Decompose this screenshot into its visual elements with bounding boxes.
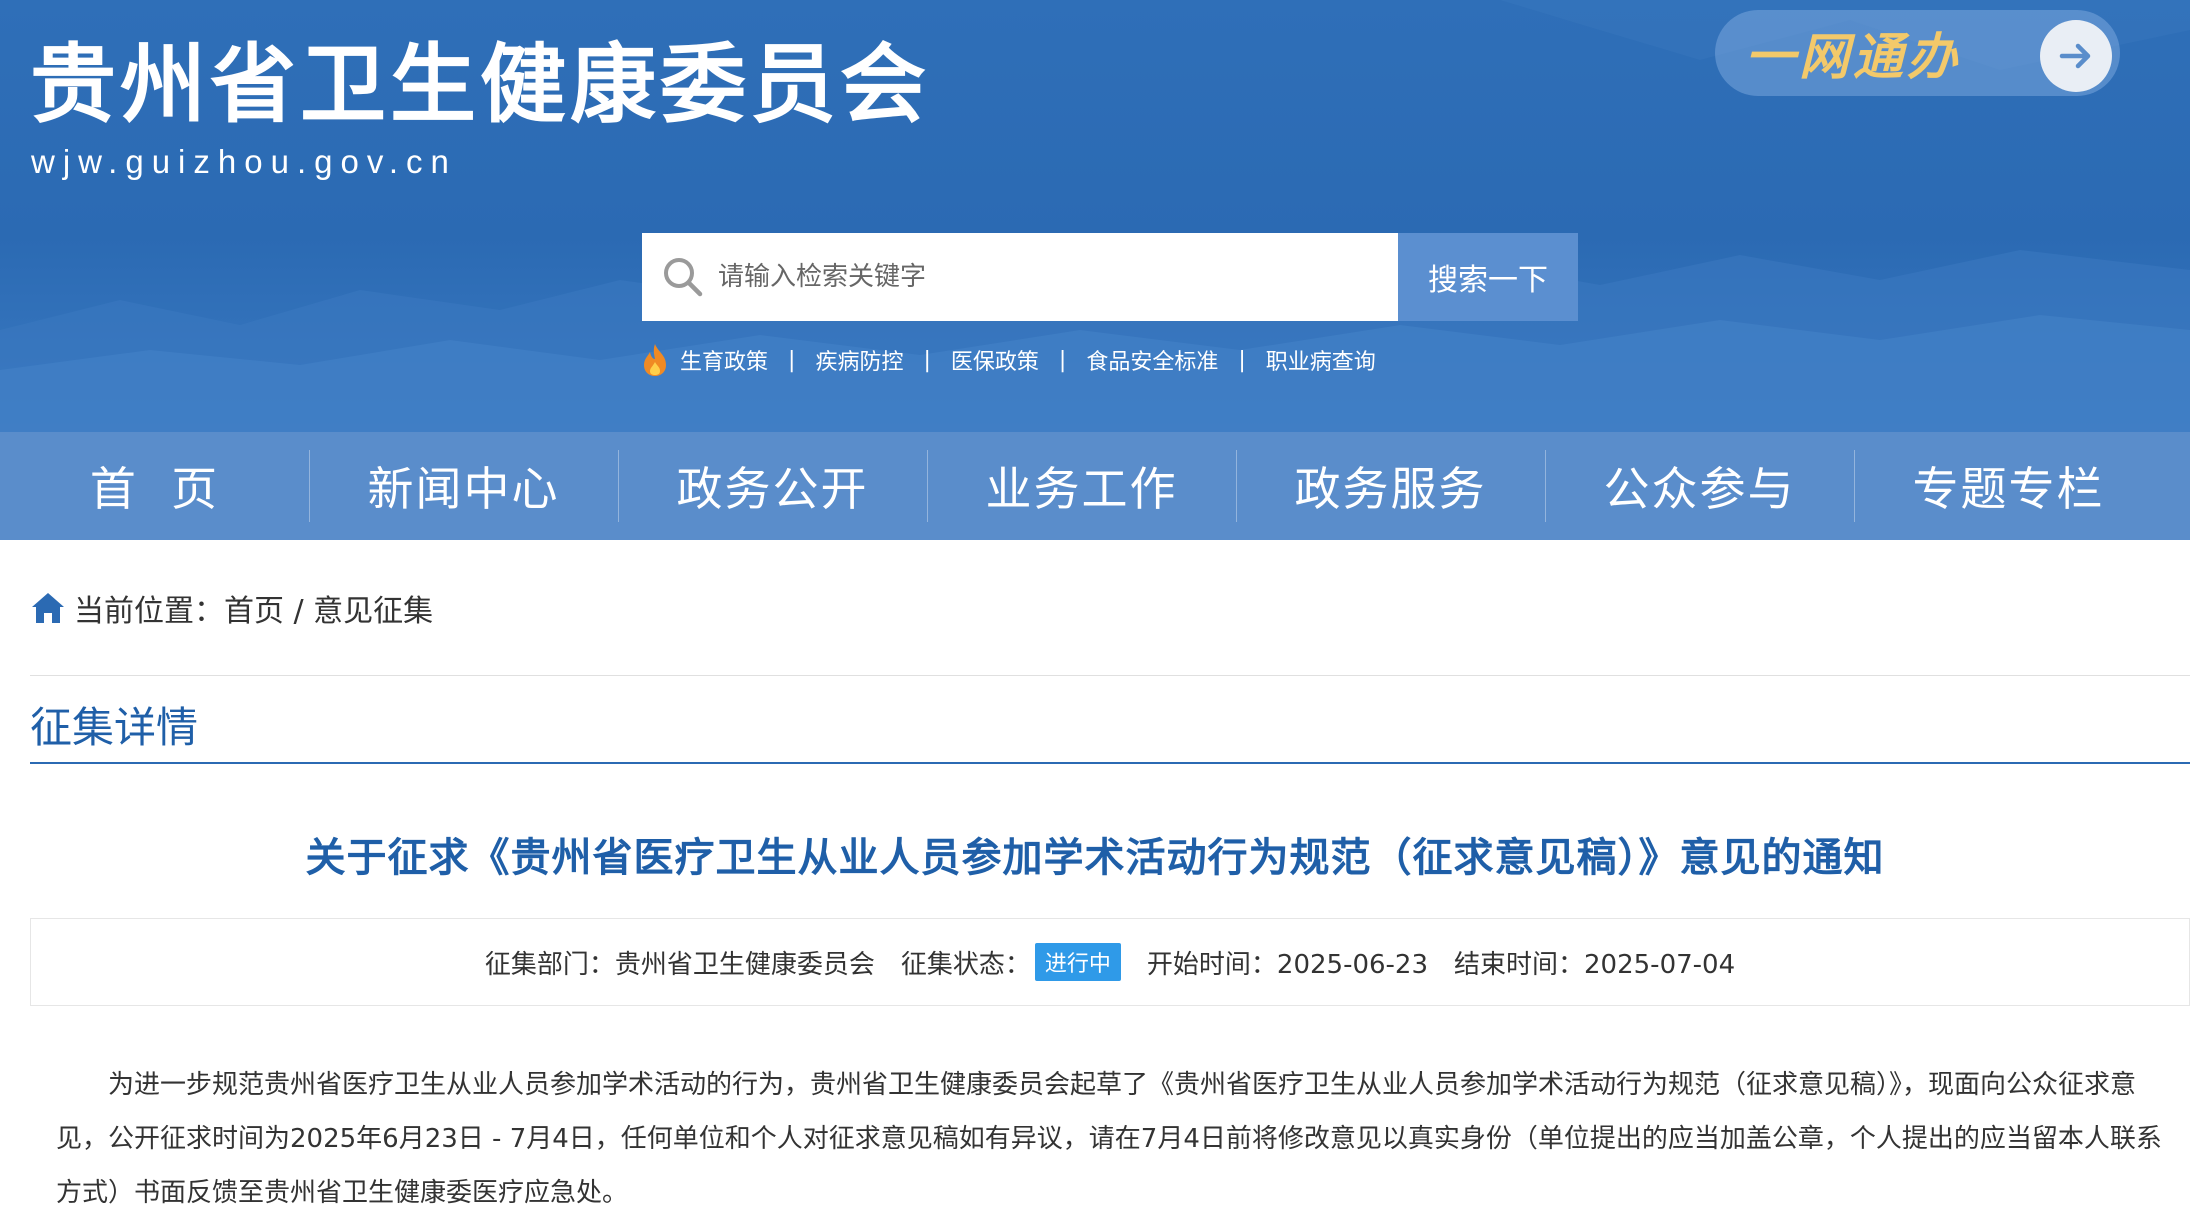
hot-link-separator: | [923, 347, 931, 373]
main-nav: 首 页 新闻中心 政务公开 业务工作 政务服务 公众参与 专题专栏 [0, 432, 2190, 540]
portal-button[interactable]: 一网通办 [1715, 10, 2120, 96]
search-button[interactable]: 搜索一下 [1398, 233, 1578, 321]
nav-item-government-affairs[interactable]: 政务公开 [618, 432, 927, 540]
hot-link-separator: | [1238, 347, 1246, 373]
arrow-right-icon [2040, 20, 2112, 92]
nav-item-home[interactable]: 首 页 [0, 432, 309, 540]
nav-item-business-work[interactable]: 业务工作 [927, 432, 1236, 540]
breadcrumb-text[interactable]: 当前位置：首页 / 意见征集 [74, 586, 433, 630]
site-domain: wjw.guizhou.gov.cn [31, 143, 457, 180]
hot-link-occupational-disease[interactable]: 职业病查询 [1266, 344, 1376, 376]
nav-item-public-participation[interactable]: 公众参与 [1545, 432, 1854, 540]
hot-link-fertility-policy[interactable]: 生育政策 [680, 344, 768, 376]
nav-item-news[interactable]: 新闻中心 [309, 432, 618, 540]
portal-button-label: 一网通办 [1745, 27, 1961, 86]
section-divider [30, 762, 2190, 764]
meta-end-time: 结束时间：2025-07-04 [1454, 949, 1736, 980]
meta-start-time: 开始时间：2025-06-23 [1146, 949, 1429, 980]
hot-link-separator: | [1058, 347, 1067, 373]
fire-icon [644, 344, 666, 376]
notice-body: 为进一步规范贵州省医疗卫生从业人员参加学术活动的行为，贵州省卫生健康委员会起草了… [56, 1070, 2162, 1208]
hot-link-disease-control[interactable]: 疾病防控 [815, 344, 903, 376]
nav-item-special-topics[interactable]: 专题专栏 [1854, 432, 2163, 540]
hot-links: 生育政策 | 疾病防控 | 医保政策 | 食品安全标准 | 职业病查询 [640, 340, 1376, 380]
meta-status-label: 征集状态： [900, 949, 1031, 980]
home-icon [32, 593, 64, 623]
site-header: 贵州省卫生健康委员会 wjw.guizhou.gov.cn 一网通办 搜索一下 … [0, 0, 2190, 432]
search-input[interactable] [718, 247, 1378, 307]
site-title[interactable]: 贵州省卫生健康委员会 [30, 38, 930, 133]
status-badge: 进行中 [1034, 943, 1121, 981]
hot-link-medical-insurance[interactable]: 医保政策 [951, 344, 1039, 376]
search-box [642, 233, 1398, 321]
meta-department: 征集部门：贵州省卫生健康委员会 [484, 949, 875, 980]
nav-item-government-services[interactable]: 政务服务 [1236, 432, 1545, 540]
notice-title: 关于征求《贵州省医疗卫生从业人员参加学术活动行为规范（征求意见稿）》意见的通知 [305, 835, 1885, 881]
search-icon [664, 258, 703, 297]
notice-meta: 征集部门：贵州省卫生健康委员会 征集状态： 进行中 开始时间：2025-06-2… [30, 918, 2190, 1006]
hot-link-food-safety[interactable]: 食品安全标准 [1086, 344, 1218, 376]
section-title: 征集详情 [30, 703, 199, 752]
breadcrumb: 当前位置：首页 / 意见征集 [30, 586, 433, 630]
hot-link-separator: | [788, 347, 796, 373]
divider [30, 675, 2190, 676]
